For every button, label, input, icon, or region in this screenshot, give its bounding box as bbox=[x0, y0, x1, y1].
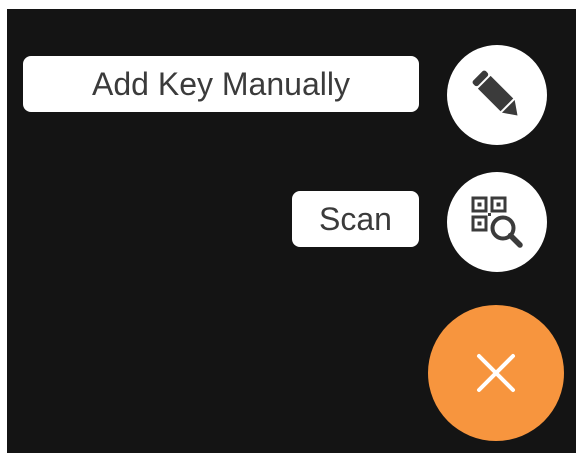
pencil-icon bbox=[465, 63, 529, 127]
scan-button[interactable] bbox=[447, 172, 547, 272]
scan-label[interactable]: Scan bbox=[292, 191, 419, 247]
close-icon bbox=[473, 350, 519, 396]
add-key-manually-label[interactable]: Add Key Manually bbox=[23, 56, 419, 112]
qr-scan-icon bbox=[465, 190, 529, 254]
close-menu-button[interactable] bbox=[428, 305, 564, 441]
fab-menu-overlay[interactable]: Add Key Manually Scan bbox=[7, 9, 576, 453]
add-key-manually-button[interactable] bbox=[447, 45, 547, 145]
